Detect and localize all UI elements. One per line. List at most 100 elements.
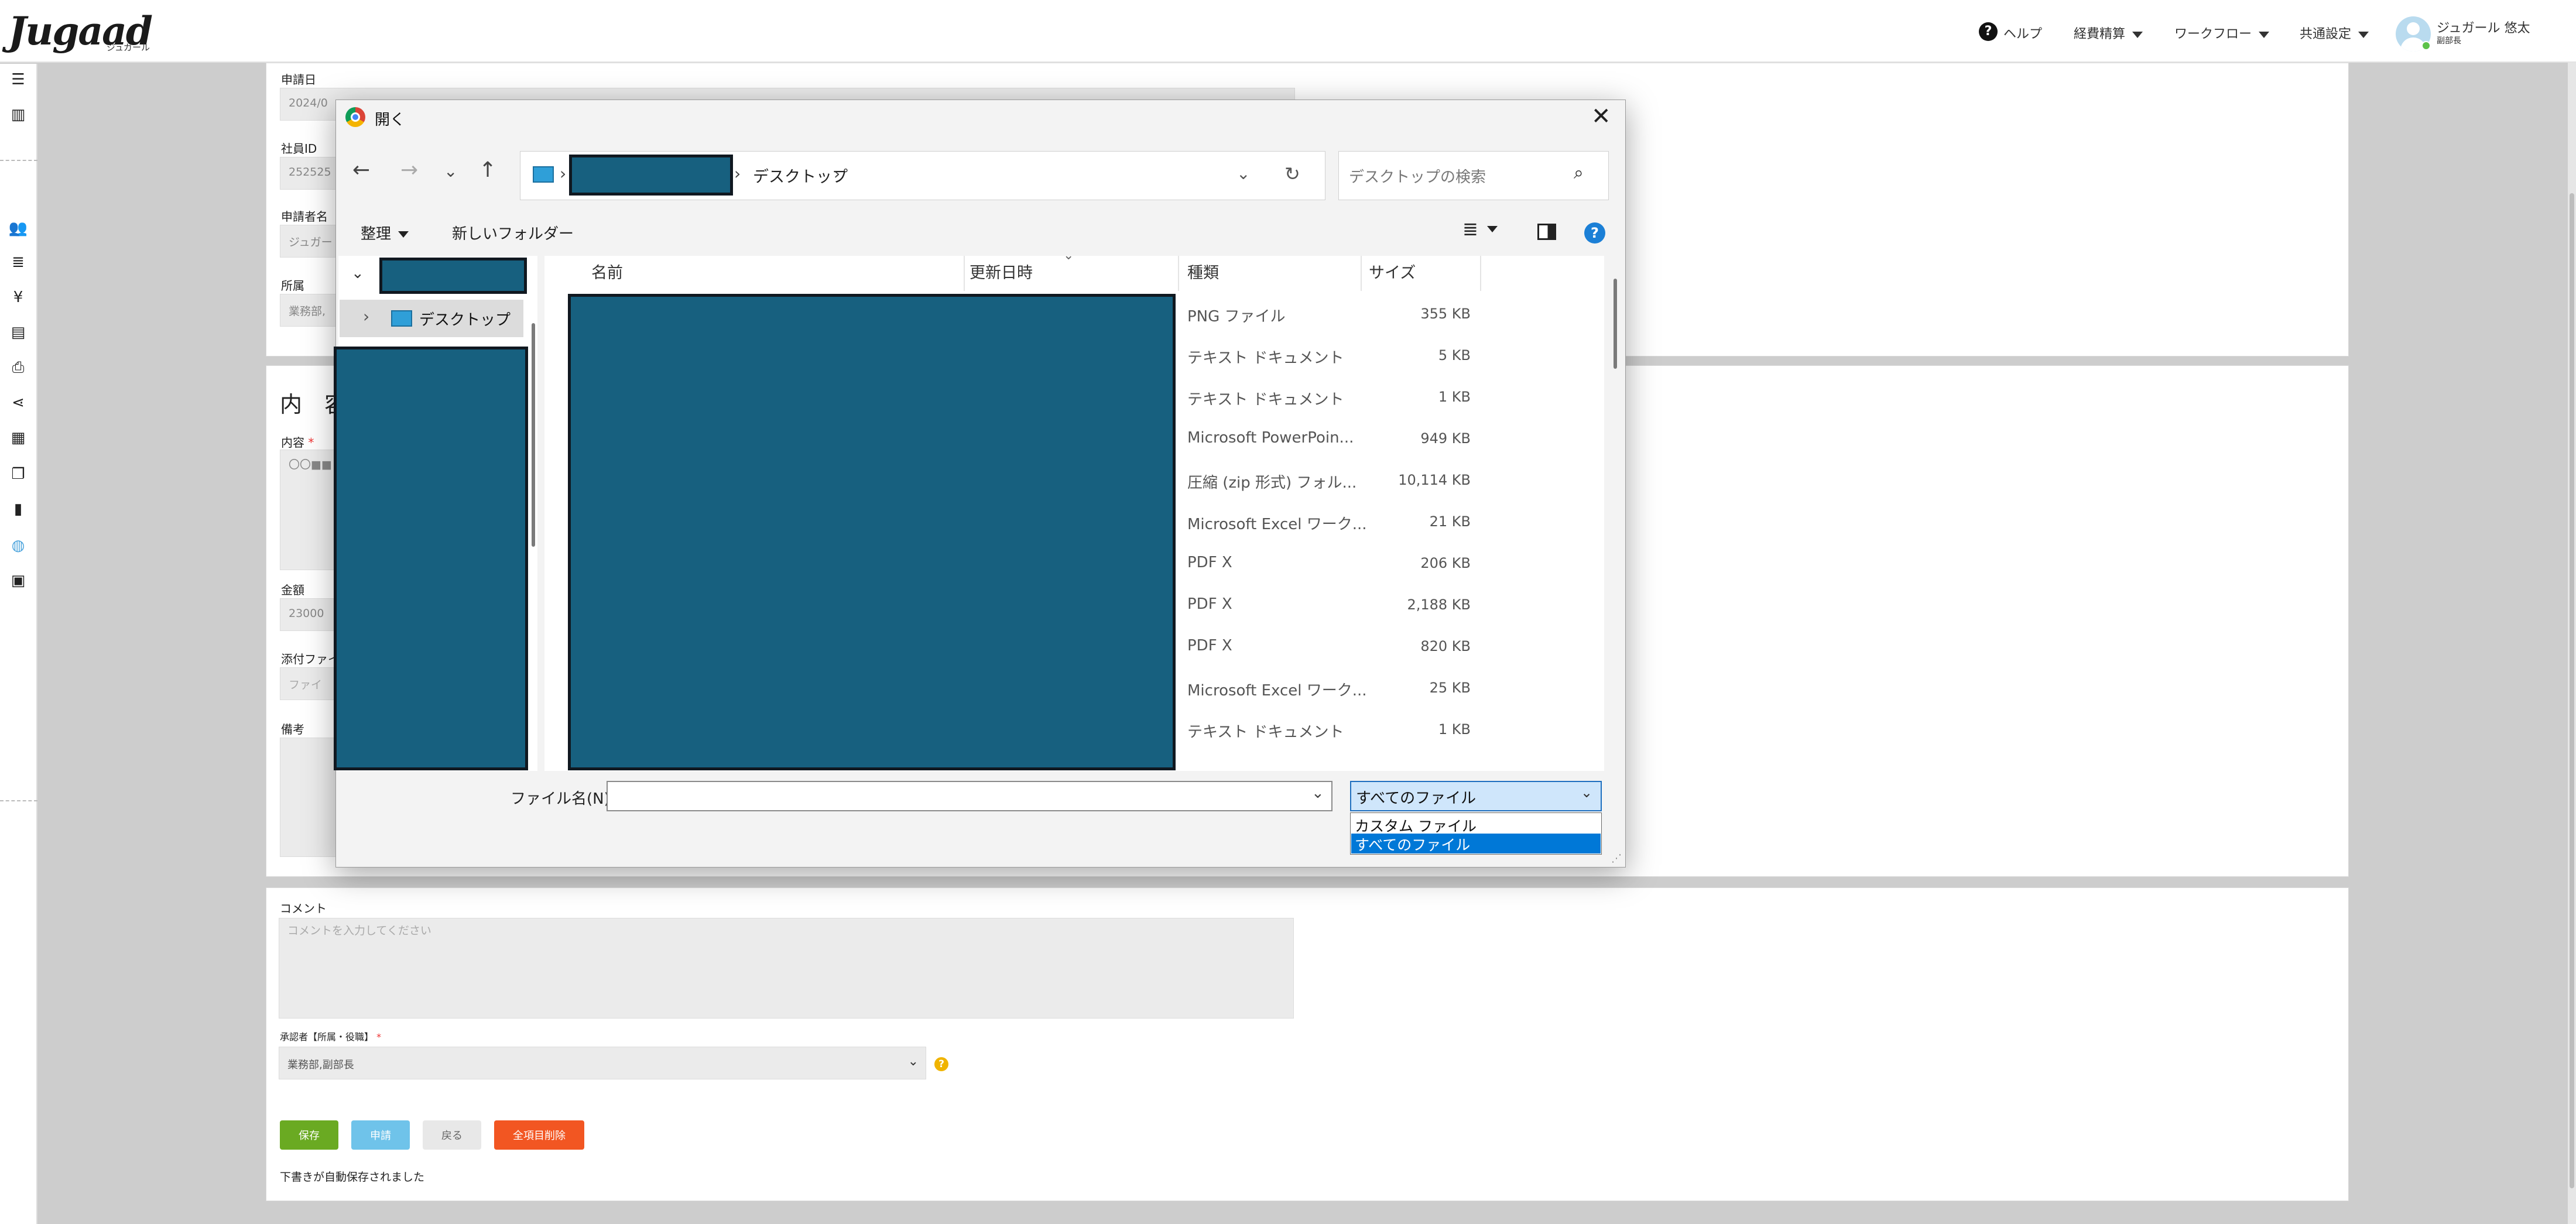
file-size[interactable]: 21 KB <box>1430 513 1471 530</box>
file-size[interactable]: 25 KB <box>1430 680 1471 696</box>
column-modified[interactable]: 更新日時 <box>970 260 1033 283</box>
column-separator <box>964 256 965 291</box>
file-type[interactable]: PNG ファイル <box>1187 304 1286 326</box>
clear-all-button[interactable]: 全項目削除 <box>494 1120 584 1150</box>
resize-grip-icon[interactable]: ⋰ <box>1611 852 1622 865</box>
file-size[interactable]: 820 KB <box>1420 638 1471 654</box>
chevron-right-icon[interactable]: › <box>363 307 369 326</box>
help-link[interactable]: ヘルプ <box>2003 23 2042 42</box>
desktop-folder-icon <box>533 166 554 183</box>
menu-common-label: 共通設定 <box>2300 27 2352 42</box>
wallet-icon[interactable]: ▣ <box>8 571 28 591</box>
chevron-down-icon <box>2259 31 2270 38</box>
column-separator <box>1480 256 1481 291</box>
breadcrumb-separator: › <box>560 164 567 183</box>
printer-icon[interactable]: ⎙ <box>8 358 28 378</box>
content-label: 内容 * <box>281 433 314 450</box>
back-button[interactable]: 戻る <box>423 1120 481 1150</box>
menu-workflow[interactable]: ワークフロー <box>2174 23 2270 42</box>
apply-button[interactable]: 申請 <box>351 1120 410 1150</box>
globe-icon[interactable]: ◍ <box>8 536 28 556</box>
yen-icon[interactable]: ¥ <box>8 287 28 307</box>
file-type[interactable]: PDF X <box>1187 554 1232 571</box>
table-icon[interactable]: ▦ <box>8 428 28 448</box>
filename-dropdown-icon[interactable]: ⌄ <box>1311 784 1324 802</box>
preview-pane-icon[interactable] <box>1537 224 1556 240</box>
file-list-scrollbar-thumb[interactable] <box>1614 279 1617 369</box>
back-arrow-icon[interactable]: ← <box>352 158 370 182</box>
search-icon[interactable]: ⌕ <box>1574 163 1584 183</box>
file-size[interactable]: 1 KB <box>1438 389 1471 405</box>
menu-keihi-label: 経費精算 <box>2074 27 2126 42</box>
organize-button[interactable]: 整理 <box>361 222 409 244</box>
chevron-down-icon[interactable]: ⌄ <box>351 265 364 282</box>
up-arrow-icon[interactable]: ↑ <box>479 158 496 182</box>
help-icon[interactable]: ? <box>1584 222 1605 244</box>
new-folder-button[interactable]: 新しいフォルダー <box>452 222 574 244</box>
file-size[interactable]: 10,114 KB <box>1398 472 1471 488</box>
content-label-text: 内容 <box>281 436 304 450</box>
column-size[interactable]: サイズ <box>1369 260 1416 283</box>
file-size[interactable]: 206 KB <box>1420 555 1471 571</box>
menu-common-settings[interactable]: 共通設定 <box>2300 23 2369 42</box>
copy-icon[interactable]: ❐ <box>8 464 28 484</box>
menu-toggle-icon[interactable]: ☰ <box>8 70 28 90</box>
file-type[interactable]: 圧縮 (zip 形式) フォル... <box>1187 471 1356 492</box>
file-icon[interactable]: ▮ <box>8 499 28 519</box>
column-type[interactable]: 種類 <box>1187 260 1219 283</box>
dialog-title: 開く <box>375 111 406 129</box>
menu-keihi[interactable]: 経費精算 <box>2074 23 2143 42</box>
filename-input[interactable] <box>607 781 1332 811</box>
refresh-icon[interactable]: ↻ <box>1284 163 1300 185</box>
close-icon[interactable]: ✕ <box>1591 103 1611 130</box>
memo-label: 備考 <box>281 722 304 736</box>
rail-divider <box>0 800 37 801</box>
chrome-icon <box>345 107 365 127</box>
file-type[interactable]: テキスト ドキュメント <box>1187 388 1344 409</box>
recent-locations-chevron-icon[interactable]: ⌄ <box>444 162 457 181</box>
list-icon[interactable]: ≣ <box>8 252 28 272</box>
file-type[interactable]: Microsoft Excel ワーク... <box>1187 678 1367 700</box>
file-size[interactable]: 949 KB <box>1420 430 1471 447</box>
help-tooltip-icon[interactable]: ? <box>934 1057 948 1071</box>
help-icon[interactable]: ? <box>1979 22 1998 41</box>
autosave-note: 下書きが自動保存されました <box>280 1171 425 1184</box>
approver-select[interactable]: 業務部,副部長 ⌄ <box>279 1047 926 1079</box>
save-button[interactable]: 保存 <box>280 1120 338 1150</box>
required-mark: * <box>308 436 314 450</box>
file-size[interactable]: 1 KB <box>1438 721 1471 738</box>
user-name[interactable]: ジュガール 悠太 <box>2437 18 2530 36</box>
file-type[interactable]: テキスト ドキュメント <box>1187 346 1344 368</box>
share-icon[interactable]: ⋖ <box>8 393 28 413</box>
chevron-down-icon[interactable]: ⌄ <box>1581 784 1592 801</box>
file-type[interactable]: テキスト ドキュメント <box>1187 720 1344 742</box>
organize-label: 整理 <box>361 225 392 243</box>
view-dropdown-icon[interactable] <box>1487 220 1498 238</box>
filetype-option-highlighted[interactable]: すべてのファイル <box>1351 834 1601 853</box>
file-type[interactable]: PDF X <box>1187 595 1232 613</box>
tree-item-desktop-label[interactable]: デスクトップ <box>419 308 511 330</box>
rail-divider <box>0 160 37 161</box>
file-size[interactable]: 2,188 KB <box>1407 596 1471 613</box>
forward-arrow-icon[interactable]: → <box>400 158 418 182</box>
document-icon[interactable]: ▤ <box>8 323 28 342</box>
filetype-option[interactable]: カスタム ファイル <box>1352 815 1598 835</box>
page-scrollbar-thumb[interactable] <box>2570 193 2574 1188</box>
comment-textarea[interactable]: コメントを入力してください <box>279 918 1294 1019</box>
online-status-dot <box>2421 41 2431 50</box>
comment-label: コメント <box>280 901 327 916</box>
tree-scrollbar-thumb[interactable] <box>532 323 535 547</box>
file-type[interactable]: Microsoft Excel ワーク... <box>1187 512 1367 534</box>
column-name[interactable]: 名前 <box>591 260 623 283</box>
attachment-label: 添付ファイ <box>281 652 340 666</box>
date-label: 申請日 <box>281 73 316 87</box>
building-icon[interactable]: ▥ <box>8 105 28 125</box>
address-dropdown-icon[interactable]: ⌄ <box>1236 164 1250 183</box>
user-role: 副部長 <box>2437 36 2461 46</box>
view-options-icon[interactable]: ≣ <box>1462 218 1478 240</box>
file-size[interactable]: 5 KB <box>1438 347 1471 364</box>
users-icon[interactable]: 👥 <box>8 218 28 238</box>
file-size[interactable]: 355 KB <box>1420 306 1471 322</box>
file-type[interactable]: PDF X <box>1187 637 1232 654</box>
file-type[interactable]: Microsoft PowerPoin... <box>1187 429 1354 447</box>
